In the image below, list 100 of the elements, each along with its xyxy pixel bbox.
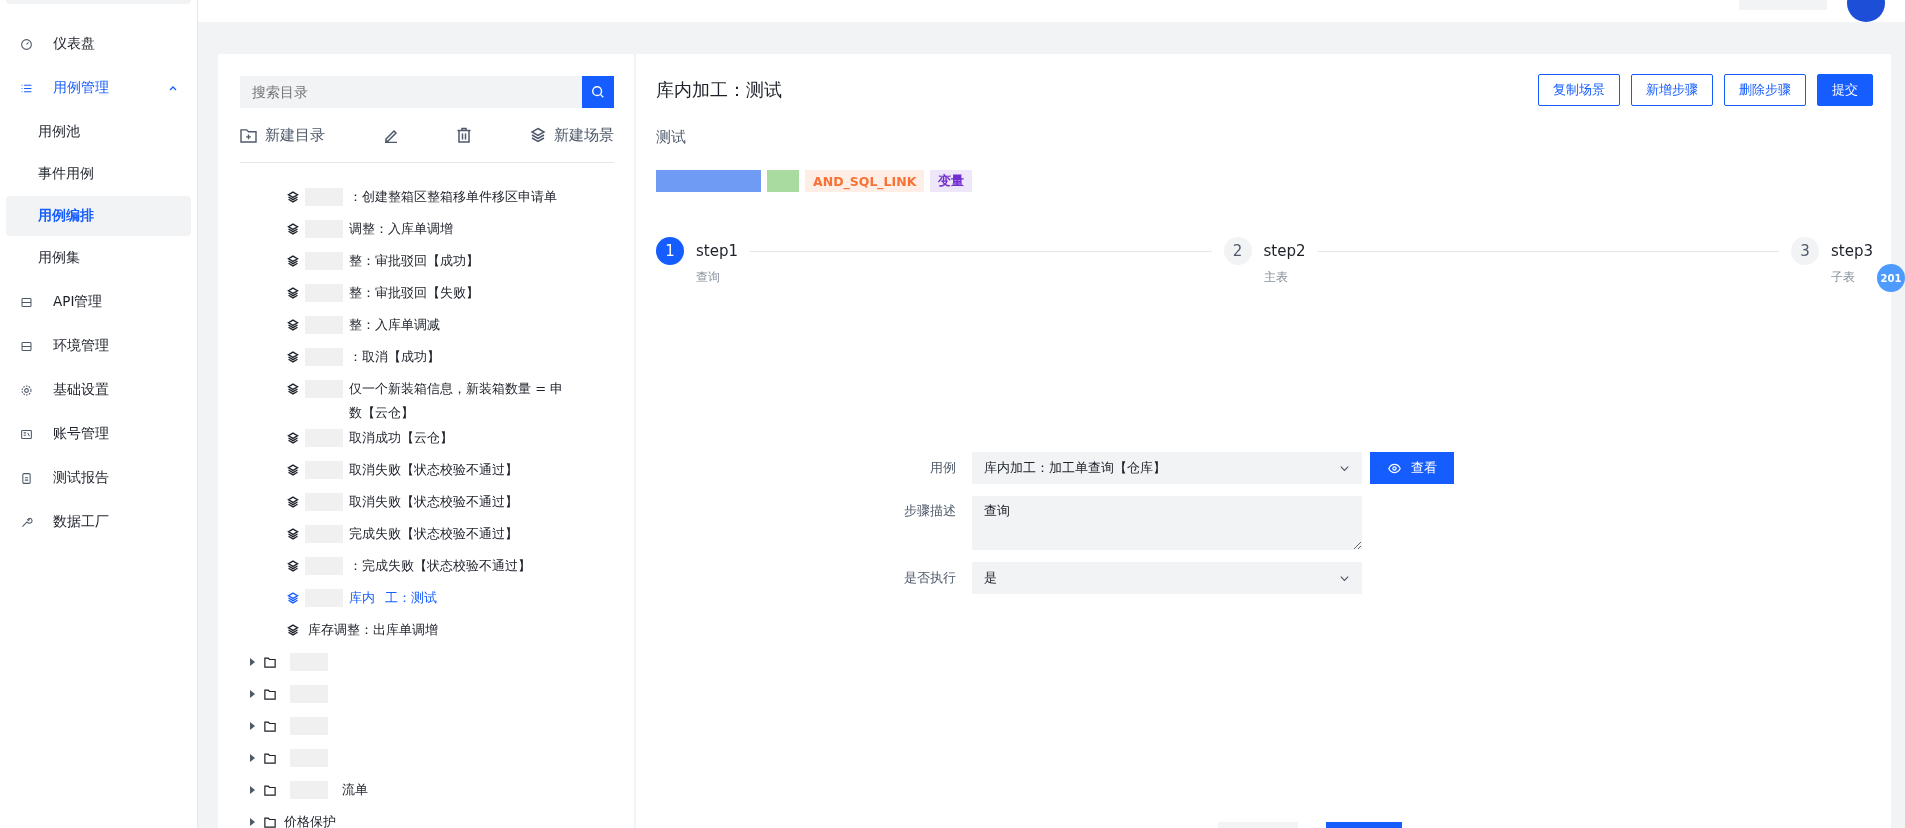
layers-icon (287, 223, 299, 235)
sidebar-item[interactable]: 测试报告 (6, 456, 191, 500)
scene-description: 测试 (656, 128, 687, 147)
edit-button[interactable] (382, 127, 399, 143)
tree-item[interactable]: 库内 工：测试 (240, 582, 614, 614)
search-field[interactable]: 搜索目录 (240, 76, 582, 108)
scene-name: 整：审批驳回【成功】 (349, 252, 479, 270)
tree-item[interactable]: 整：入库单调减 (240, 309, 614, 341)
layers-icon (529, 127, 546, 143)
folder-plus-icon (240, 127, 257, 143)
layers-icon (287, 287, 299, 299)
folder-icon (264, 816, 276, 828)
scene-name: ：创建整箱区整箱移单件移区申请单 (349, 188, 557, 206)
layers-icon (287, 191, 299, 203)
new-folder-button[interactable]: 新建目录 (240, 125, 325, 145)
step-number: 1 (656, 237, 684, 265)
wrench-icon (20, 515, 33, 529)
search-button[interactable] (582, 76, 614, 108)
form-label: 是否执行 (903, 569, 957, 587)
execute-select[interactable]: 是 (972, 562, 1362, 594)
sidebar-subitem[interactable]: 事件用例 (6, 154, 191, 194)
layers-icon (287, 432, 299, 444)
tree-item[interactable]: 完成失败【状态校验不通过】 (240, 518, 614, 550)
sidebar-item[interactable]: 用例管理 (6, 66, 191, 110)
new-scene-button[interactable]: 新建场景 (529, 125, 614, 145)
footer-button[interactable] (1325, 822, 1402, 828)
id-card-icon (20, 427, 33, 441)
step-number: 3 (1791, 237, 1819, 265)
tree-item[interactable]: 整：审批驳回【成功】 (240, 245, 614, 277)
case-select[interactable]: 库内加工：加工单查询【仓库】 (972, 452, 1362, 484)
folder-icon (264, 720, 276, 732)
step-title: step3 (1831, 241, 1873, 262)
tree-item[interactable]: ：创建整箱区整箱移单件移区申请单 (240, 181, 614, 213)
folder-icon (264, 688, 276, 700)
layers-icon (287, 496, 299, 508)
step[interactable]: 2 step2 主表 (1223, 237, 1306, 286)
sidebar-item[interactable]: 数据工厂 (6, 500, 191, 544)
sidebar-subitem[interactable]: 用例编排 (6, 196, 191, 236)
sidebar-item[interactable]: API管理 (6, 280, 191, 324)
tree-item[interactable]: ：完成失败【状态校验不通过】 (240, 550, 614, 582)
folder-item[interactable]: 价格保护 (240, 806, 614, 828)
gear-icon (20, 383, 33, 397)
scene-name: 仅一个新装箱信息，新装箱数量 = 申 (349, 380, 564, 398)
tree-item[interactable]: 库存调整：出库单调增 (240, 614, 614, 646)
layers-icon (287, 351, 299, 363)
document-icon (20, 471, 33, 485)
sidebar-item[interactable]: 基础设置 (6, 368, 191, 412)
step[interactable]: 1 step1 查询 (656, 237, 738, 286)
scene-name: ：取消【成功】 (349, 348, 440, 366)
scene-name: 整：入库单调减 (349, 316, 440, 334)
eye-icon (1387, 461, 1401, 475)
layers-icon (287, 464, 299, 476)
scene-name: 数【云仓】 (349, 404, 415, 422)
folder-name: 流单 (342, 781, 368, 799)
tree-item[interactable]: 取消失败【状态校验不通过】 (240, 486, 614, 518)
table-icon (20, 339, 33, 353)
tree-item[interactable]: 调整：入库单调增 (240, 213, 614, 245)
scene-name: 完成失败【状态校验不通过】 (349, 525, 518, 543)
layers-icon (287, 560, 299, 572)
scene-name: 取消成功【云仓】 (349, 429, 453, 447)
delete-button[interactable] (456, 127, 473, 143)
scene-name: 整：审批驳回【失败】 (349, 284, 479, 302)
sidebar-subitem[interactable]: 用例集 (6, 238, 191, 278)
action-button[interactable]: 提交 (1817, 74, 1873, 106)
description-textarea[interactable]: 查询 (972, 496, 1362, 550)
tree-item[interactable]: 仅一个新装箱信息，新装箱数量 = 申 数【云仓】 (240, 373, 614, 422)
dashboard-icon (20, 37, 33, 51)
scene-title: 库内加工：测试 (656, 78, 782, 102)
search-icon (591, 85, 605, 99)
form-label: 步骤描述 (903, 502, 957, 520)
form-label: 用例 (929, 459, 957, 477)
tree-item[interactable]: 取消失败【状态校验不通过】 (240, 454, 614, 486)
scene-name: 取消失败【状态校验不通过】 (349, 493, 518, 511)
tree-item[interactable]: ：取消【成功】 (240, 341, 614, 373)
tag: 变量 (930, 170, 973, 192)
folder-icon (264, 656, 276, 668)
scene-name: ：完成失败【状态校验不通过】 (349, 557, 531, 575)
view-button[interactable]: 查看 (1370, 452, 1454, 484)
sidebar-item[interactable]: 账号管理 (6, 412, 191, 456)
action-button[interactable]: 新增步骤 (1631, 74, 1713, 106)
sidebar-subitem[interactable]: 用例池 (6, 112, 191, 152)
step-subtitle: 子表 (1831, 269, 1856, 286)
step[interactable]: 3 step3 子表 (1791, 237, 1873, 286)
tag: AND_SQL_LINK (805, 170, 925, 192)
step-subtitle: 查询 (696, 269, 721, 286)
trash-icon (456, 127, 473, 143)
layers-icon (287, 383, 299, 395)
folder-name: 价格保护 (284, 813, 336, 828)
scene-name: 取消失败【状态校验不通过】 (349, 461, 518, 479)
scene-name: 工：测试 (385, 589, 437, 607)
folder-icon (264, 784, 276, 796)
tree-item[interactable]: 整：审批驳回【失败】 (240, 277, 614, 309)
table-icon (20, 295, 33, 309)
action-button[interactable]: 复制场景 (1538, 74, 1620, 106)
action-button[interactable]: 删除步骤 (1724, 74, 1806, 106)
pencil-icon (382, 127, 399, 143)
tree-item[interactable]: 取消成功【云仓】 (240, 422, 614, 454)
sidebar-item[interactable]: 环境管理 (6, 324, 191, 368)
folder-item[interactable]: 流单 (240, 774, 614, 806)
sidebar-item[interactable]: 仪表盘 (6, 22, 191, 66)
